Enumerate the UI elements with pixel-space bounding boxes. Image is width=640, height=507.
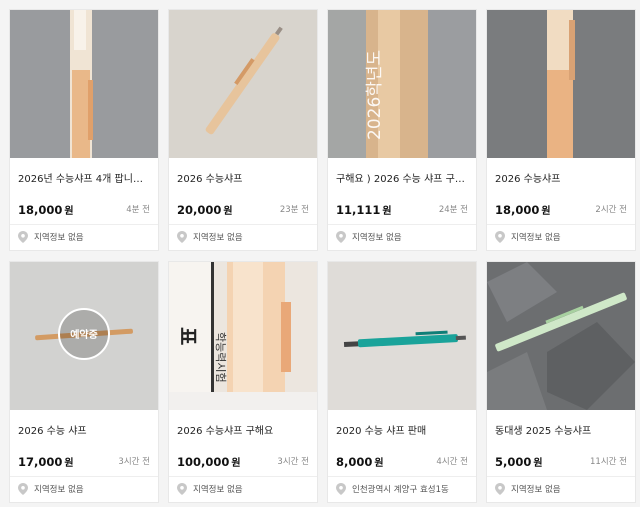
location-pin-icon bbox=[177, 483, 187, 495]
product-image[interactable] bbox=[169, 10, 317, 158]
product-price: 18,000 원 bbox=[18, 203, 74, 217]
divider bbox=[10, 224, 158, 225]
product-card[interactable]: 2020 수능 샤프 판매 8,000 원 4시간 전 인천광역시 계양구 효성1… bbox=[327, 261, 477, 503]
location-pin-icon bbox=[177, 231, 187, 243]
divider bbox=[169, 224, 317, 225]
product-card[interactable]: 학능력시험 표 2026 수능샤프 구해요 100,000 원 3시간 전 지역정… bbox=[168, 261, 318, 503]
product-price: 8,000 원 bbox=[336, 455, 384, 469]
product-title[interactable]: 2026 수능 샤프 bbox=[18, 422, 150, 437]
exam-sheet-mark: 표 bbox=[176, 327, 200, 345]
location-pin-icon bbox=[336, 483, 346, 495]
location-pin-icon bbox=[18, 483, 28, 495]
product-card[interactable]: 2026 수능샤프 20,000 원 23분 전 지역정보 없음 bbox=[168, 9, 318, 251]
product-price: 5,000 원 bbox=[495, 455, 543, 469]
location: 지역정보 없음 bbox=[495, 231, 629, 245]
divider bbox=[328, 476, 476, 477]
product-price: 11,111 원 bbox=[336, 203, 392, 217]
product-price: 20,000 원 bbox=[177, 203, 233, 217]
location-pin-icon bbox=[18, 231, 28, 243]
location: 지역정보 없음 bbox=[18, 231, 152, 245]
location-pin-icon bbox=[495, 483, 505, 495]
product-title[interactable]: 2026 수능샤프 bbox=[495, 170, 627, 185]
product-title[interactable]: 동대생 2025 수능샤프 bbox=[495, 422, 627, 437]
location: 지역정보 없음 bbox=[336, 231, 470, 245]
location-pin-icon bbox=[495, 231, 505, 243]
product-image[interactable]: 학능력시험 표 bbox=[169, 262, 317, 410]
posted-time: 3시간 전 bbox=[277, 457, 309, 467]
product-image[interactable]: 2026학년도 bbox=[328, 10, 476, 158]
divider bbox=[487, 224, 635, 225]
product-price: 18,000 원 bbox=[495, 203, 551, 217]
product-image[interactable] bbox=[487, 262, 635, 410]
posted-time: 3시간 전 bbox=[118, 457, 150, 467]
product-card[interactable]: 동대생 2025 수능샤프 5,000 원 11시간 전 지역정보 없음 bbox=[486, 261, 636, 503]
divider bbox=[487, 476, 635, 477]
product-title[interactable]: 2026 수능샤프 bbox=[177, 170, 309, 185]
product-card[interactable]: 2026학년도 구해요 ) 2026 수능 샤프 구… 11,111 원 24분 … bbox=[327, 9, 477, 251]
product-title[interactable]: 2020 수능 샤프 판매 bbox=[336, 422, 468, 437]
product-image[interactable]: 예약중 bbox=[10, 262, 158, 410]
posted-time: 4시간 전 bbox=[436, 457, 468, 467]
product-card[interactable]: 2026년 수능샤프 4개 팝니다… 18,000 원 4분 전 지역정보 없음 bbox=[9, 9, 159, 251]
product-title[interactable]: 구해요 ) 2026 수능 샤프 구… bbox=[336, 170, 468, 185]
location: 인천광역시 계양구 효성1동 bbox=[336, 483, 470, 497]
product-price: 17,000 원 bbox=[18, 455, 74, 469]
posted-time: 4분 전 bbox=[126, 205, 150, 215]
location: 지역정보 없음 bbox=[18, 483, 152, 497]
divider bbox=[328, 224, 476, 225]
divider bbox=[10, 476, 158, 477]
barrel-print: 2026학년도 bbox=[365, 50, 385, 140]
posted-time: 2시간 전 bbox=[595, 205, 627, 215]
product-card[interactable]: 2026 수능샤프 18,000 원 2시간 전 지역정보 없음 bbox=[486, 9, 636, 251]
posted-time: 24분 전 bbox=[438, 205, 468, 215]
location: 지역정보 없음 bbox=[177, 483, 311, 497]
divider bbox=[169, 476, 317, 477]
product-title[interactable]: 2026 수능샤프 구해요 bbox=[177, 422, 309, 437]
product-price: 100,000 원 bbox=[177, 455, 241, 469]
product-card[interactable]: 예약중 2026 수능 샤프 17,000 원 3시간 전 지역정보 없음 bbox=[9, 261, 159, 503]
posted-time: 11시간 전 bbox=[590, 457, 627, 467]
product-image[interactable] bbox=[10, 10, 158, 158]
product-title[interactable]: 2026년 수능샤프 4개 팝니다… bbox=[18, 170, 150, 185]
location: 지역정보 없음 bbox=[177, 231, 311, 245]
location-pin-icon bbox=[336, 231, 346, 243]
reserved-badge: 예약중 bbox=[58, 308, 110, 360]
exam-sheet-text: 학능력시험 bbox=[214, 332, 227, 383]
product-image[interactable] bbox=[328, 262, 476, 410]
product-image[interactable] bbox=[487, 10, 635, 158]
location: 지역정보 없음 bbox=[495, 483, 629, 497]
posted-time: 23분 전 bbox=[279, 205, 309, 215]
